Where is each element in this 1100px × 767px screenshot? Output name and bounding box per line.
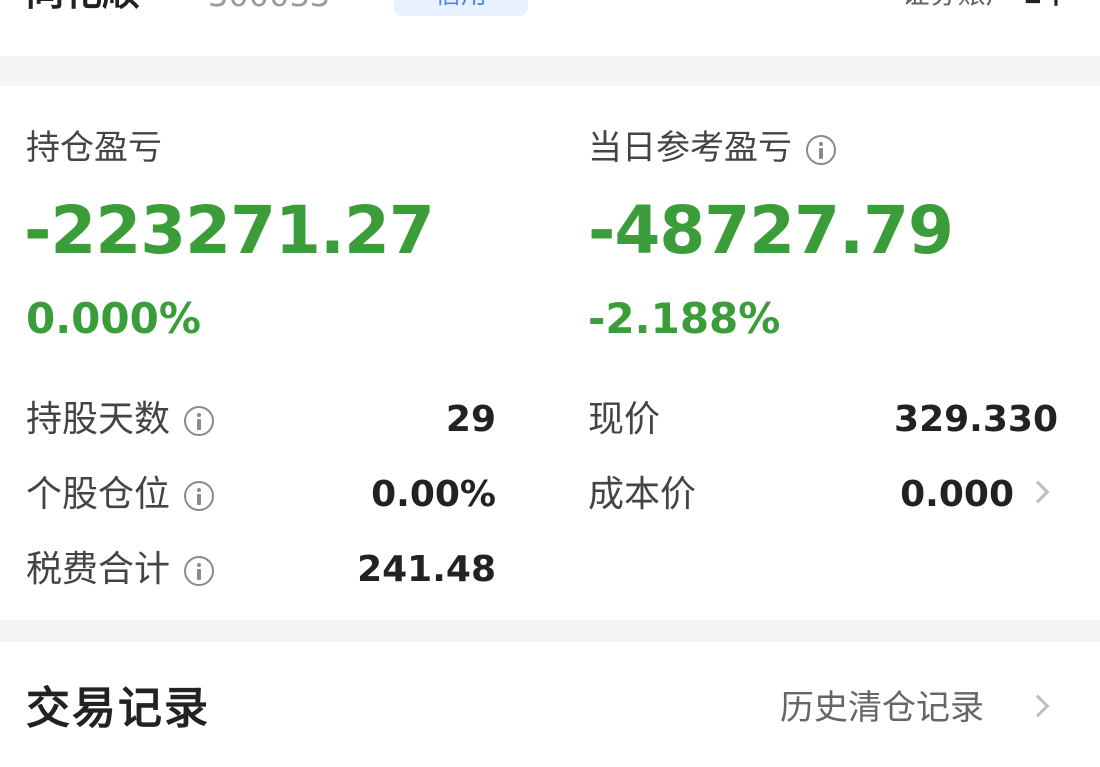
- chevron-right-icon[interactable]: [1026, 480, 1050, 504]
- holding-pl-value: -223271.27: [24, 192, 435, 269]
- chevron-right-icon[interactable]: [1026, 694, 1050, 718]
- holding-pl-label: 持仓盈亏: [26, 128, 162, 168]
- credit-badge: 信用: [394, 0, 528, 16]
- history-clear-records-link[interactable]: 历史清仓记录: [780, 688, 984, 728]
- account-selector[interactable]: 证券账户 1个: [902, 0, 1070, 10]
- current-price-label: 现价: [588, 399, 661, 440]
- cost-price-value[interactable]: 0.000: [800, 473, 1014, 517]
- fees-total-label-row: 税费合计: [26, 548, 215, 592]
- fees-total-label: 税费合计: [26, 549, 171, 590]
- holding-pl-percent: 0.000%: [26, 294, 201, 343]
- daily-pl-header[interactable]: 当日参考盈亏: [588, 128, 836, 168]
- position-ratio-label-row: 个股仓位: [26, 473, 215, 517]
- history-link-label: 历史清仓记录: [780, 688, 984, 728]
- trade-records-title: 交易记录: [26, 683, 210, 734]
- stock-code: 300033: [208, 0, 330, 12]
- holding-days-label-row: 持股天数: [26, 398, 215, 442]
- section-divider: [0, 620, 1100, 642]
- position-ratio-value: 0.00%: [371, 474, 496, 515]
- info-circle-icon[interactable]: [806, 134, 836, 165]
- stock-header: 同花顺 300033 信用 证券账户 1个: [0, 0, 1100, 56]
- current-price-value: 329.330: [894, 399, 1058, 440]
- daily-pl-label: 当日参考盈亏: [588, 128, 792, 168]
- section-divider: [0, 56, 1100, 86]
- fees-total-value: 241.48: [357, 549, 496, 590]
- info-circle-icon[interactable]: [184, 481, 215, 511]
- position-ratio-label: 个股仓位: [26, 474, 171, 515]
- info-circle-icon[interactable]: [184, 556, 215, 586]
- stock-name: 同花顺: [26, 0, 140, 12]
- account-count: 1个: [1023, 0, 1070, 10]
- account-label: 证券账户: [902, 0, 1014, 10]
- holding-days-label: 持股天数: [26, 399, 171, 440]
- holding-days-value: 29: [445, 399, 496, 440]
- daily-pl-percent: -2.188%: [588, 294, 781, 343]
- cost-price-label: 成本价: [588, 474, 697, 515]
- info-circle-icon[interactable]: [184, 406, 215, 436]
- daily-pl-value: -48727.79: [588, 192, 954, 269]
